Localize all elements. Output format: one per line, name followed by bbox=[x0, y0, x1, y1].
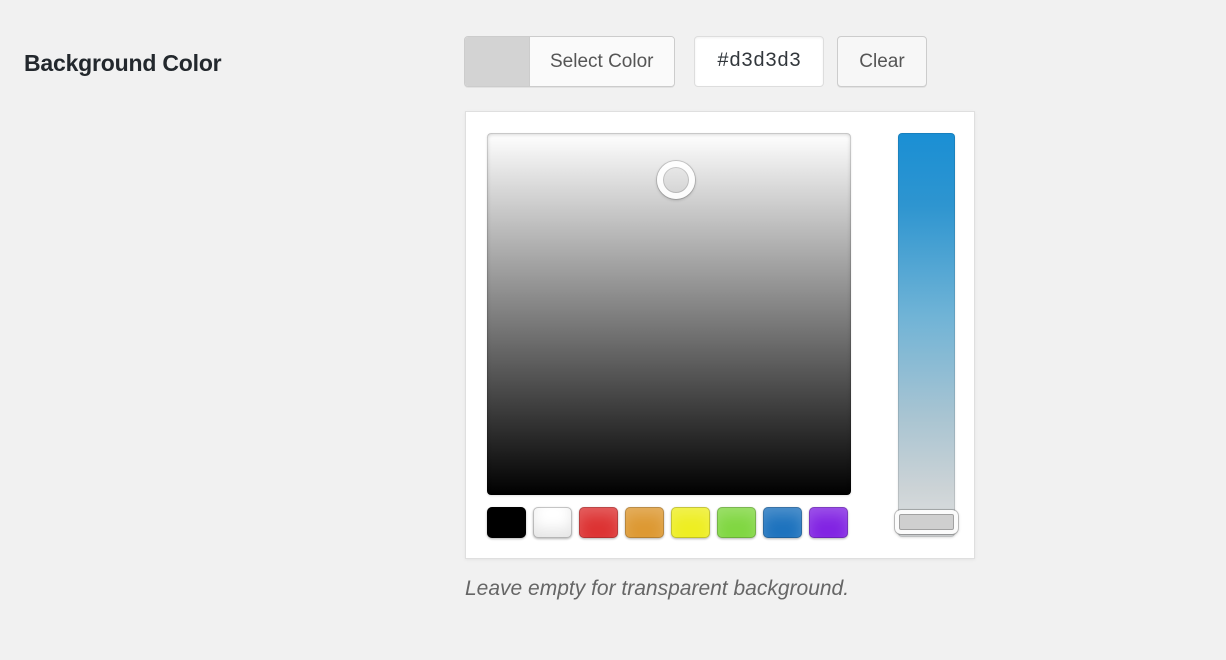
palette-swatch-orange[interactable] bbox=[625, 507, 664, 538]
color-picker-panel bbox=[465, 111, 975, 559]
hue-strip-slider[interactable] bbox=[895, 133, 958, 537]
hex-color-input[interactable] bbox=[694, 36, 824, 87]
color-picker-inner bbox=[487, 133, 958, 544]
clear-button[interactable]: Clear bbox=[837, 36, 927, 87]
color-control-column: Select Color Clear Leave empty for trans… bbox=[464, 36, 1004, 600]
palette-swatch-black[interactable] bbox=[487, 507, 526, 538]
saturation-handle[interactable] bbox=[657, 161, 696, 200]
palette-swatch-red[interactable] bbox=[579, 507, 618, 538]
page-title: Background Color bbox=[24, 50, 222, 76]
field-description: Leave empty for transparent background. bbox=[465, 577, 850, 600]
palette-swatch-green[interactable] bbox=[717, 507, 756, 538]
color-picker-button-group[interactable]: Select Color bbox=[464, 36, 675, 87]
hue-slider-handle[interactable] bbox=[895, 510, 958, 534]
color-button-bar: Select Color Clear bbox=[464, 36, 1004, 89]
select-color-button[interactable]: Select Color bbox=[530, 37, 674, 86]
palette-swatch-yellow[interactable] bbox=[671, 507, 710, 538]
palette-swatch-purple[interactable] bbox=[809, 507, 848, 538]
palette-swatch-white[interactable] bbox=[533, 507, 572, 538]
saturation-value-square[interactable] bbox=[487, 133, 851, 495]
palette-swatch-row bbox=[487, 507, 848, 538]
current-color-swatch-icon bbox=[465, 37, 530, 86]
palette-swatch-blue[interactable] bbox=[763, 507, 802, 538]
background-color-field-row: Background Color Select Color Clear L bbox=[0, 0, 1226, 660]
